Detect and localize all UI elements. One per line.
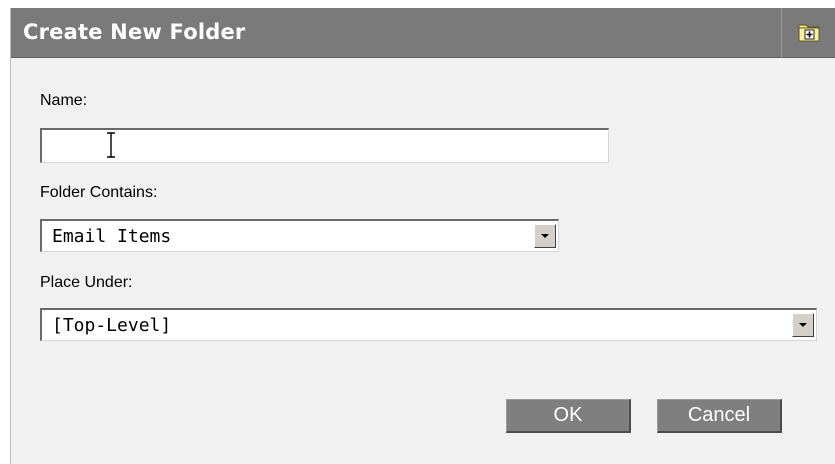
dialog-titlebar: Create New Folder (11, 8, 835, 58)
folder-contains-label: Folder Contains: (40, 184, 158, 201)
folder-contains-select[interactable]: Email Items (40, 219, 559, 252)
place-under-select[interactable]: [Top-Level] (40, 308, 817, 341)
titlebar-divider (781, 8, 782, 58)
chevron-down-icon[interactable] (792, 313, 814, 337)
chevron-down-icon[interactable] (534, 224, 556, 248)
create-folder-dialog: Create New Folder Name: Folder Contains:… (10, 8, 835, 464)
ok-button[interactable]: OK (506, 399, 631, 433)
name-label: Name: (40, 92, 88, 109)
place-under-value: [Top-Level] (52, 315, 172, 336)
new-folder-icon[interactable] (798, 22, 820, 42)
cancel-button[interactable]: Cancel (657, 399, 782, 433)
dialog-title: Create New Folder (23, 20, 246, 44)
folder-name-input[interactable] (40, 128, 609, 163)
place-under-label: Place Under: (40, 274, 133, 291)
folder-contains-value: Email Items (52, 226, 172, 247)
